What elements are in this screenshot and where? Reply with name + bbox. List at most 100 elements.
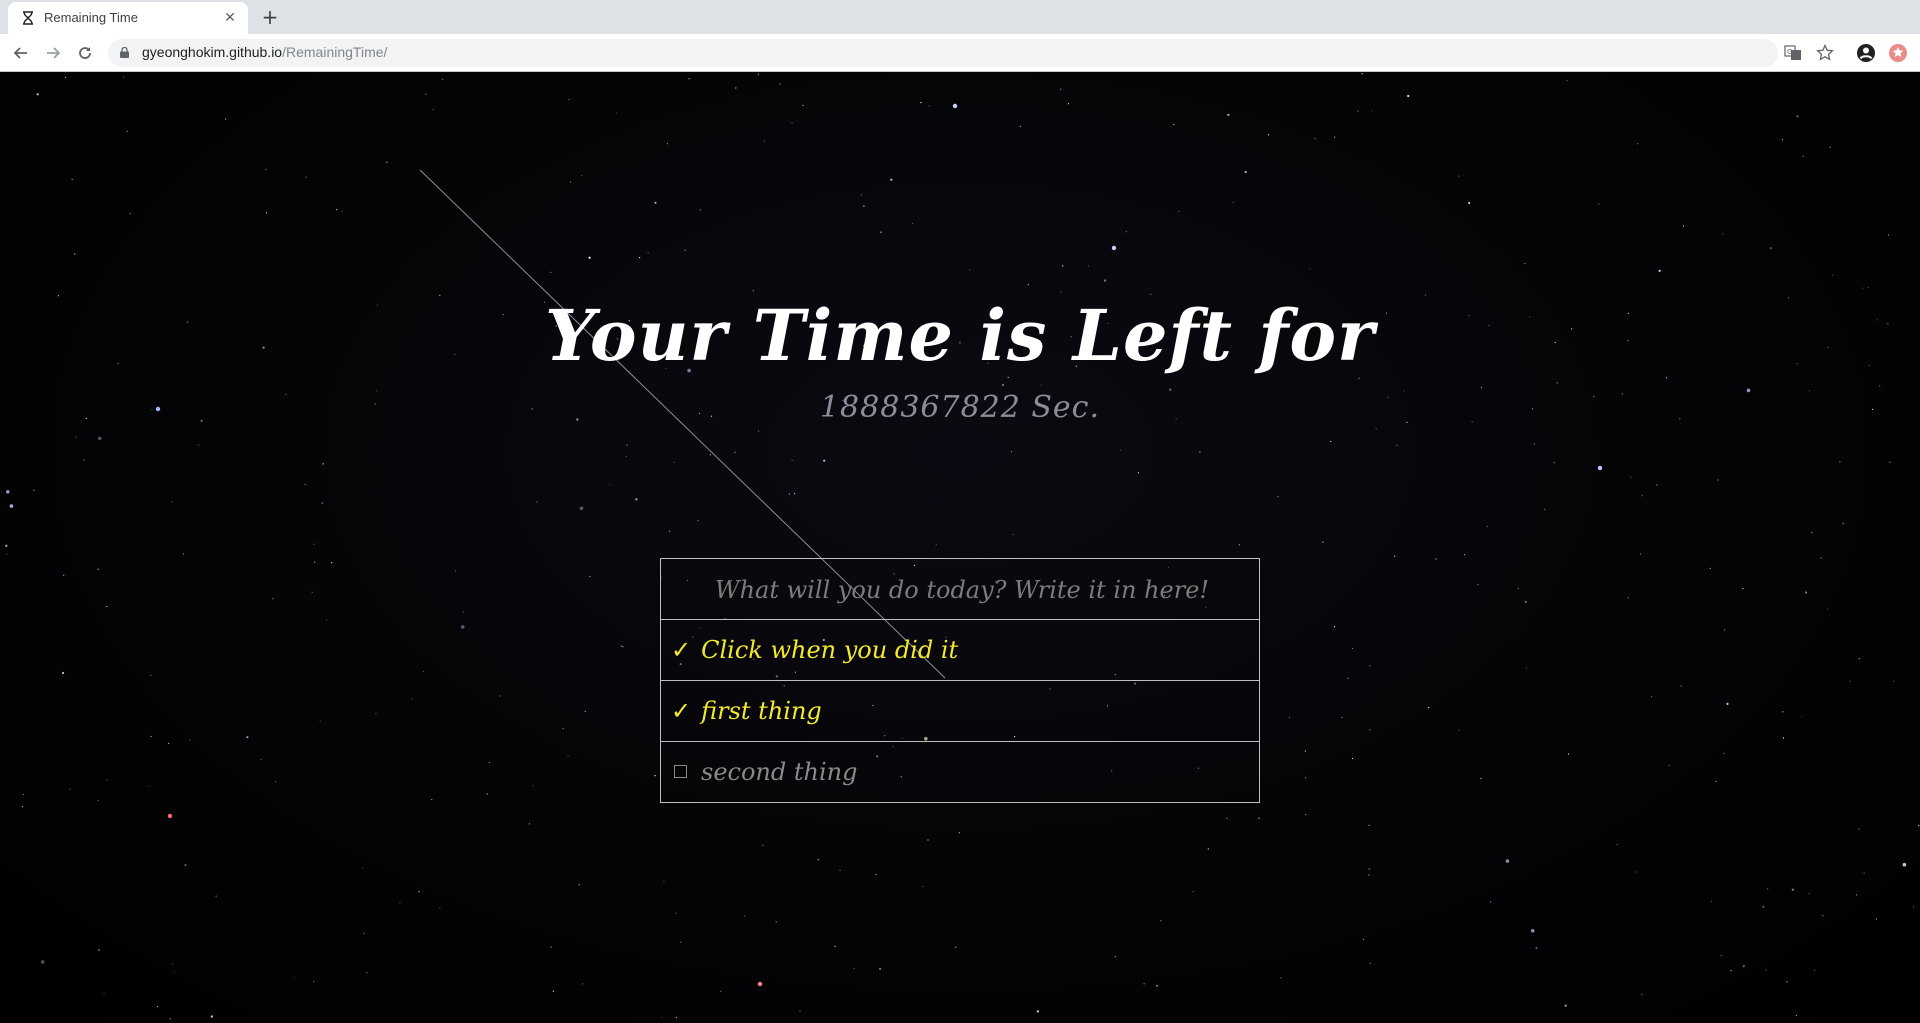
todo-input-row [660, 558, 1263, 621]
star [375, 713, 377, 715]
star [319, 720, 321, 722]
star [562, 728, 564, 730]
star [1062, 265, 1064, 267]
star [129, 213, 131, 215]
hourglass-icon [23, 11, 33, 25]
star [1305, 777, 1307, 779]
star [1040, 384, 1042, 386]
star [1369, 665, 1371, 667]
star [639, 257, 641, 259]
star [663, 880, 665, 883]
star [589, 576, 591, 578]
star [763, 140, 765, 142]
browser-toolbar: gyeonghokim.github.io/RemainingTime/ G [0, 34, 1920, 72]
star [1534, 443, 1536, 445]
star [860, 194, 863, 196]
star [386, 161, 388, 163]
url-path: /RemainingTime/ [282, 44, 388, 60]
star [661, 1017, 663, 1019]
browser-tab[interactable]: Remaining Time ✕ [8, 2, 248, 34]
star [311, 591, 313, 593]
extension-icon[interactable] [1888, 43, 1908, 63]
todo-item-label: first thing [701, 697, 822, 725]
star [588, 256, 591, 259]
star [1556, 382, 1558, 384]
checkmark-icon: ✓ [671, 697, 692, 725]
star [620, 645, 623, 647]
star [74, 253, 76, 255]
address-bar[interactable]: gyeonghokim.github.io/RemainingTime/ [108, 39, 1778, 67]
star [189, 739, 191, 741]
star [1517, 587, 1519, 590]
star [1598, 203, 1600, 205]
star [246, 736, 249, 739]
star [6, 490, 10, 494]
star [744, 915, 746, 917]
forward-arrow-icon[interactable] [42, 42, 64, 64]
star [1192, 891, 1194, 893]
star [1767, 888, 1769, 890]
star [150, 735, 152, 738]
star [69, 788, 71, 790]
profile-avatar-icon[interactable] [1856, 43, 1876, 63]
tab-close-icon[interactable]: ✕ [222, 10, 238, 26]
star [33, 489, 35, 491]
star [684, 249, 686, 251]
star [71, 178, 73, 180]
star [1858, 658, 1860, 660]
star [63, 574, 65, 576]
bookmark-star-icon[interactable] [1816, 44, 1834, 62]
todo-row[interactable]: ✓ first thing [660, 680, 1260, 742]
star [1826, 608, 1829, 610]
star [366, 972, 368, 974]
star [1267, 134, 1270, 136]
reload-icon[interactable] [74, 42, 96, 64]
new-tab-button[interactable]: + [259, 6, 281, 28]
star [22, 793, 24, 796]
star [1710, 900, 1713, 903]
bright-star [1597, 465, 1603, 471]
star [1361, 73, 1363, 75]
star [1801, 716, 1803, 718]
todo-input[interactable] [661, 559, 1263, 621]
star [1665, 377, 1668, 379]
star [1630, 476, 1632, 478]
star [1709, 567, 1711, 569]
todo-item[interactable]: second thing [671, 742, 857, 802]
star [399, 902, 401, 904]
star [1862, 287, 1864, 289]
star [1782, 737, 1785, 739]
star [579, 506, 584, 511]
star [666, 143, 669, 145]
star [260, 758, 262, 760]
star [486, 793, 488, 795]
star [791, 459, 793, 462]
todo-item[interactable]: ✓ first thing [671, 681, 822, 741]
star [1742, 588, 1744, 590]
star [1567, 753, 1570, 755]
star [1289, 716, 1291, 719]
todo-row[interactable]: ✓ Click when you did it [660, 619, 1260, 681]
star [969, 269, 971, 271]
star [341, 210, 343, 212]
star [1173, 123, 1175, 126]
star [325, 619, 327, 621]
star [1036, 1010, 1039, 1013]
star [647, 252, 649, 254]
star [1330, 440, 1332, 442]
star [1566, 79, 1568, 82]
star [1822, 915, 1824, 917]
star [1651, 696, 1653, 698]
translate-icon[interactable]: G [1784, 44, 1802, 62]
star [274, 781, 277, 783]
star [668, 530, 671, 532]
star [442, 78, 444, 80]
star [168, 742, 170, 744]
back-arrow-icon[interactable] [10, 42, 32, 64]
star [1019, 125, 1021, 127]
star [578, 884, 580, 886]
star [321, 502, 323, 504]
todo-row[interactable]: second thing [660, 741, 1260, 803]
star [1010, 451, 1013, 453]
todo-item[interactable]: ✓ Click when you did it [671, 620, 958, 680]
